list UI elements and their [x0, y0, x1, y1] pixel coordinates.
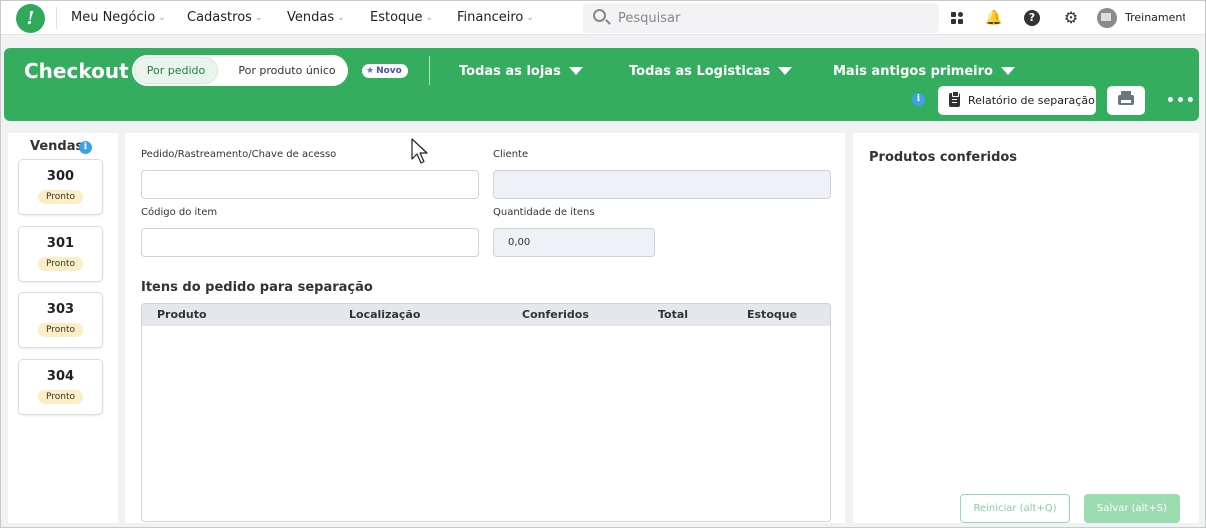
caret-down-icon — [778, 66, 793, 75]
search-input[interactable]: Pesquisar — [583, 3, 939, 33]
separation-report-button[interactable]: Relatório de separação — [938, 86, 1096, 115]
help-icon[interactable]: ? — [1024, 10, 1040, 26]
apps-icon[interactable] — [949, 9, 967, 27]
status-badge: Pronto — [38, 190, 83, 204]
nav-item-financeiro[interactable]: Financeiro ⌄ — [457, 10, 534, 25]
caret-down-icon — [568, 66, 583, 75]
info-icon[interactable]: i — [912, 93, 925, 106]
sale-card[interactable]: 304 Pronto — [18, 359, 103, 415]
column-header-estoque[interactable]: Estoque — [747, 308, 797, 321]
sales-title-label: Vendas — [30, 139, 84, 154]
printer-icon — [1118, 91, 1134, 105]
chevron-down-icon: ⌄ — [254, 13, 263, 23]
item-code-label: Código do item — [141, 207, 218, 218]
client-field-label: Cliente — [493, 149, 529, 160]
table-header: Produto Localização Conferidos Total Est… — [142, 304, 830, 326]
header-divider — [429, 56, 430, 85]
nav-item-label: Financeiro — [457, 10, 524, 25]
checked-products-panel: Produtos conferidos Reiniciar (alt+Q) Sa… — [853, 133, 1199, 523]
nav-item-meu-negocio[interactable]: Meu Negócio ⌄ — [71, 10, 166, 25]
info-icon[interactable]: i — [79, 141, 92, 154]
order-input[interactable] — [141, 170, 479, 199]
sale-number: 303 — [46, 302, 75, 317]
separation-report-label: Relatório de separação — [968, 94, 1095, 107]
logistics-filter[interactable]: Todas as Logisticas — [629, 64, 793, 79]
chevron-down-icon: ⌄ — [526, 13, 534, 23]
sort-filter[interactable]: Mais antigos primeiro — [833, 64, 1015, 79]
order-field-label: Pedido/Rastreamento/Chave de acesso — [141, 149, 337, 160]
checkout-header: Checkout Por pedido Por produto único ★ N… — [4, 48, 1199, 121]
sort-filter-label: Mais antigos primeiro — [833, 64, 993, 79]
bell-icon[interactable]: 🔔 — [985, 9, 1003, 27]
toggle-por-produto[interactable]: Por produto único — [232, 58, 342, 83]
items-section-title: Itens do pedido para separação — [141, 280, 373, 295]
sale-number: 301 — [46, 236, 75, 251]
store-filter-label: Todas as lojas — [459, 64, 561, 79]
column-header-localizacao[interactable]: Localização — [349, 308, 420, 321]
nav-item-label: Meu Negócio — [71, 10, 156, 25]
mouse-cursor-icon — [411, 138, 428, 164]
status-badge: Pronto — [38, 257, 83, 271]
chevron-down-icon: ⌄ — [337, 13, 345, 23]
toggle-por-pedido[interactable]: Por pedido — [135, 58, 217, 83]
sale-number: 300 — [46, 169, 75, 184]
user-name[interactable]: Treinamento — [1125, 11, 1185, 24]
search-icon — [593, 9, 606, 22]
new-badge-label: Novo — [376, 66, 402, 76]
checked-products-title: Produtos conferidos — [869, 150, 1018, 165]
mode-toggle: Por pedido Por produto único — [132, 55, 348, 86]
column-header-produto[interactable]: Produto — [157, 308, 207, 321]
sale-card[interactable]: 300 Pronto — [18, 159, 103, 215]
sale-number: 304 — [46, 369, 75, 384]
star-icon: ★ — [366, 66, 375, 76]
sale-card[interactable]: 301 Pronto — [18, 226, 103, 282]
new-badge: ★ Novo — [362, 64, 408, 78]
column-header-total[interactable]: Total — [658, 308, 688, 321]
nav-item-label: Cadastros — [187, 10, 252, 25]
nav-item-cadastros[interactable]: Cadastros ⌄ — [187, 10, 262, 25]
item-code-input[interactable] — [141, 228, 479, 257]
quantity-label: Quantidade de itens — [493, 207, 595, 218]
top-navbar: ! Meu Negócio ⌄ Cadastros ⌄ Vendas ⌄ Estoqu… — [1, 1, 1205, 35]
client-input — [493, 170, 831, 199]
search-placeholder: Pesquisar — [618, 11, 681, 26]
app-logo[interactable]: ! — [16, 4, 45, 33]
sales-title: Vendas — [30, 139, 83, 154]
items-table: Produto Localização Conferidos Total Est… — [141, 303, 831, 522]
order-panel: Pedido/Rastreamento/Chave de acesso Clie… — [125, 133, 845, 523]
gear-icon[interactable]: ⚙ — [1062, 9, 1080, 27]
more-options-icon[interactable]: ••• — [1166, 93, 1196, 109]
nav-item-label: Vendas — [287, 10, 335, 25]
column-header-conferidos[interactable]: Conferidos — [522, 308, 589, 321]
nav-divider — [56, 7, 57, 29]
sale-card[interactable]: 303 Pronto — [18, 292, 103, 348]
save-button[interactable]: Salvar (alt+S) — [1084, 494, 1180, 523]
store-filter[interactable]: Todas as lojas — [459, 64, 583, 79]
chevron-down-icon: ⌄ — [425, 13, 434, 23]
nav-item-vendas[interactable]: Vendas ⌄ — [287, 10, 345, 25]
caret-down-icon — [1000, 66, 1015, 75]
chevron-down-icon: ⌄ — [158, 13, 166, 23]
logistics-filter-label: Todas as Logisticas — [629, 64, 771, 79]
page-title: Checkout — [24, 59, 129, 83]
status-badge: Pronto — [38, 323, 83, 337]
quantity-field: 0,00 — [493, 228, 655, 257]
nav-item-label: Estoque — [370, 10, 423, 25]
clipboard-icon — [949, 91, 960, 107]
reset-button[interactable]: Reiniciar (alt+Q) — [960, 494, 1070, 523]
nav-item-estoque[interactable]: Estoque ⌄ — [370, 10, 433, 25]
print-button[interactable] — [1107, 86, 1145, 115]
avatar[interactable] — [1097, 8, 1117, 28]
sales-sidebar: Vendas i 300 Pronto 301 Pronto 303 Pront… — [8, 133, 118, 523]
status-badge: Pronto — [38, 390, 83, 404]
